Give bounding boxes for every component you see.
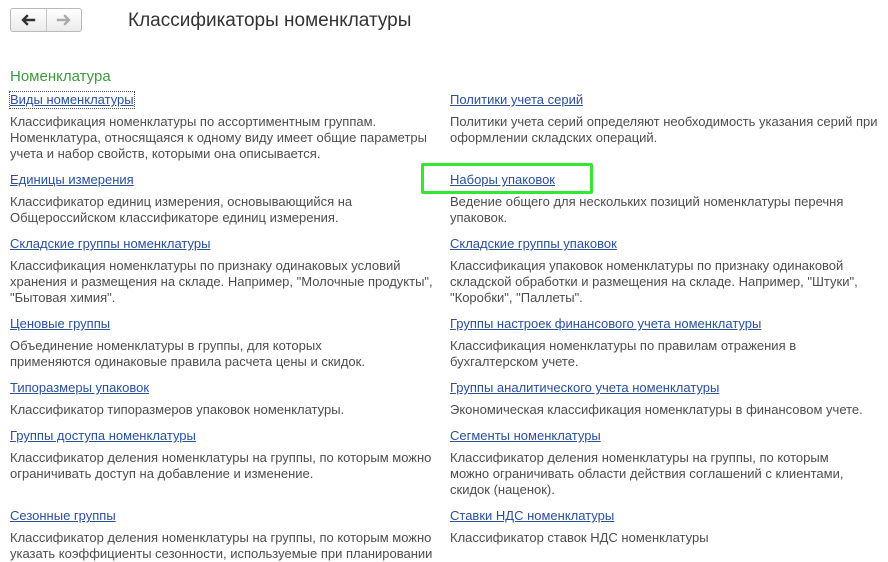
classifier-item: Группы доступа номенклатуры Классификато… [10, 428, 440, 482]
description-line: Классификация упаковок номенклатуры по п… [450, 258, 844, 273]
classifier-item: Ставки НДС номенклатуры Классификатор ст… [450, 508, 886, 546]
description-line: Экономическая классификация номенклатуры… [450, 402, 863, 417]
description-line: можно ограничивать области действия согл… [450, 466, 844, 481]
classifier-item: Единицы измерения Классификатор единиц и… [10, 172, 440, 226]
description-line: Политики учета серий определяют необходи… [450, 114, 878, 129]
description-line: Объединение номенклатуры в группы, для к… [10, 338, 322, 353]
item-link-package-sizes[interactable]: Типоразмеры упаковок [10, 380, 149, 396]
description-line: складской обработки и размещения на скла… [450, 274, 858, 289]
item-link-analytic-accounting-groups[interactable]: Группы аналитического учета номенклатуры [450, 380, 719, 396]
description-line: Номенклатура, относящаяся к одному виду … [10, 130, 427, 145]
classifier-item: Типоразмеры упаковок Классификатор типор… [10, 380, 440, 418]
classifier-item: Сегменты номенклатуры Классификатор деле… [450, 428, 886, 498]
item-link-series-policies[interactable]: Политики учета серий [450, 92, 583, 108]
item-description: Классификация номенклатуры по ассортимен… [10, 114, 440, 162]
item-description: Политики учета серий определяют необходи… [450, 114, 886, 146]
description-line: ограничивать доступ на добавление и изме… [10, 466, 314, 481]
item-link-package-sets[interactable]: Наборы упаковок [450, 172, 555, 188]
description-line: Классификатор единиц измерения, основыва… [10, 194, 353, 209]
item-link-nomenclature-segments[interactable]: Сегменты номенклатуры [450, 428, 601, 444]
item-description: Классификатор ставок НДС номенклатуры [450, 530, 886, 546]
description-line: упаковок. [450, 210, 508, 225]
classifier-item: Группы настроек финансового учета номенк… [450, 316, 886, 370]
description-line: скидок (наценок). [450, 482, 555, 497]
description-line: "Коробки", "Паллеты". [450, 290, 583, 305]
description-line: Классификатор деления номенклатуры на гр… [10, 450, 432, 465]
forward-button[interactable] [45, 9, 82, 31]
page-title: Классификаторы номенклатуры [128, 10, 412, 31]
description-line: Классификация номенклатуры по ассортимен… [10, 114, 377, 129]
description-line: Классификатор типоразмеров упаковок номе… [10, 402, 345, 417]
classifier-item: Складские группы упаковок Классификация … [450, 236, 886, 306]
item-description: Классификатор деления номенклатуры на гр… [10, 450, 440, 482]
arrow-left-icon [21, 14, 36, 26]
item-link-price-groups[interactable]: Ценовые группы [10, 316, 110, 332]
item-description: Классификатор деления номенклатуры на гр… [10, 530, 440, 562]
item-link-vat-rates[interactable]: Ставки НДС номенклатуры [450, 508, 614, 524]
description-line: оформлении складских операций. [450, 130, 658, 145]
item-description: Ведение общего для нескольких позиций но… [450, 194, 886, 226]
item-link-warehouse-groups[interactable]: Складские группы номенклатуры [10, 236, 210, 252]
description-line: Классификация номенклатуры по правилам о… [450, 338, 797, 353]
back-button[interactable] [11, 9, 46, 31]
classifier-item: Складские группы номенклатуры Классифика… [10, 236, 440, 306]
item-description: Классификатор деления номенклатуры на гр… [450, 450, 886, 498]
item-link-financial-accounting-groups[interactable]: Группы настроек финансового учета номенк… [450, 316, 761, 332]
description-line: Ведение общего для нескольких позиций но… [450, 194, 844, 209]
arrow-right-icon [56, 14, 71, 26]
description-line: учета и набор свойств, которыми она опис… [10, 146, 321, 161]
item-link-units[interactable]: Единицы измерения [10, 172, 134, 188]
item-description: Классификация номенклатуры по правилам о… [450, 338, 886, 370]
section-title: Номенклатура [10, 68, 111, 85]
description-line: "Бытовая химия". [10, 290, 116, 305]
item-description: Классификатор единиц измерения, основыва… [10, 194, 440, 226]
item-description: Экономическая классификация номенклатуры… [450, 402, 886, 418]
description-line: Классификатор ставок НДС номенклатуры [450, 530, 709, 545]
item-description: Объединение номенклатуры в группы, для к… [10, 338, 440, 370]
description-line: Общероссийском классификаторе единиц изм… [10, 210, 339, 225]
classifier-item: Сезонные группы Классификатор деления но… [10, 508, 440, 562]
item-link-seasonal-groups[interactable]: Сезонные группы [10, 508, 116, 524]
classifier-item: Ценовые группы Объединение номенклатуры … [10, 316, 440, 370]
description-line: Классификация номенклатуры по признаку о… [10, 258, 401, 273]
item-description: Классификация упаковок номенклатуры по п… [450, 258, 886, 306]
description-line: Классификатор деления номенклатуры на гр… [10, 530, 432, 545]
item-description: Классификатор типоразмеров упаковок номе… [10, 402, 440, 418]
description-line: применяются одинаковые правила расчета ц… [10, 354, 365, 369]
item-description: Классификация номенклатуры по признаку о… [10, 258, 440, 306]
classifier-item: Виды номенклатуры Классификация номенкла… [9, 91, 440, 162]
description-line: хранения и размещения на складе. Наприме… [10, 274, 433, 289]
classifier-item: Группы аналитического учета номенклатуры… [450, 380, 886, 418]
item-link-access-groups[interactable]: Группы доступа номенклатуры [10, 428, 196, 444]
description-line: бухгалтерском учете. [450, 354, 579, 369]
classifier-item: Наборы упаковок Ведение общего для неско… [450, 172, 886, 226]
classifier-item: Политики учета серий Политики учета сери… [450, 92, 886, 146]
item-link-nomenclature-kinds[interactable]: Виды номенклатуры [9, 91, 135, 109]
navigation-buttons [10, 8, 82, 32]
description-line: Классификатор деления номенклатуры на гр… [450, 450, 829, 465]
item-link-package-warehouse-groups[interactable]: Складские группы упаковок [450, 236, 617, 252]
